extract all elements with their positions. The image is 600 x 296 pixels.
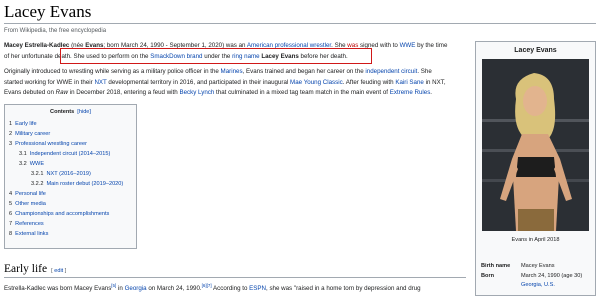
body-text: started working for WWE in their	[4, 78, 95, 86]
toc-item-number: 6	[9, 211, 13, 217]
link-marines[interactable]: Marines	[221, 68, 243, 75]
body-text: Evans debuted on	[4, 89, 56, 96]
link-nxt[interactable]: NXT	[94, 79, 106, 86]
infobox-label: Born	[481, 273, 495, 279]
body-text: , she was "raised in a home torn by depr…	[266, 285, 421, 293]
infobox: Lacey Evans Evans in April 2018 Birth na…	[475, 41, 596, 296]
citation-6-7[interactable]: [6][7]	[202, 283, 212, 288]
section-edit: [ edit ]	[51, 268, 66, 274]
toc-item-number: 3.2.1	[31, 171, 44, 177]
toc-item-number: 4	[9, 191, 13, 197]
title-divider	[4, 23, 596, 24]
infobox-photo[interactable]	[482, 59, 589, 231]
toc-item-label[interactable]: Independent circuit (2014–2015)	[30, 151, 111, 157]
toc-item[interactable]: 4 Personal life	[9, 191, 46, 197]
edit-link[interactable]: edit	[54, 268, 63, 274]
toc-item-number: 3.2	[19, 161, 27, 167]
toc-item[interactable]: 3.2.1 NXT (2016–2019)	[31, 171, 91, 177]
toc-item-label[interactable]: Personal life	[15, 191, 46, 197]
section-heading-early-life: Early life[ edit ]	[4, 263, 66, 275]
toc-item-number: 3.2.2	[31, 181, 44, 187]
toc-item-label[interactable]: Main roster debut (2019–2020)	[46, 181, 123, 187]
raw-italic: Raw	[55, 89, 68, 96]
toc-item-label[interactable]: Professional wrestling career	[15, 141, 87, 147]
body-text: in	[116, 285, 125, 293]
body-text: .	[430, 89, 433, 96]
link-espn[interactable]: ESPN	[249, 285, 266, 292]
section-divider	[4, 277, 466, 278]
highlight-box	[60, 48, 372, 64]
toc-item[interactable]: 3.2.2 Main roster debut (2019–2020)	[31, 181, 123, 187]
lead-text: by the time	[415, 42, 448, 49]
toc-item-number: 3	[9, 141, 13, 147]
infobox-value: March 24, 1990 (age 30)	[521, 273, 583, 279]
table-of-contents: Contents [hide] 1 Early life 2 Military car…	[4, 104, 137, 249]
body-text: According to	[211, 285, 250, 293]
toc-item-number: 1	[9, 121, 13, 127]
body-text: Originally introduced to wrestling while…	[4, 68, 221, 75]
body-text: . After feuding with	[342, 78, 396, 86]
toc-item-label[interactable]: Other media	[15, 201, 46, 207]
toc-item[interactable]: 3.1 Independent circuit (2014–2015)	[19, 151, 110, 157]
toc-item-number: 2	[9, 131, 13, 137]
body-text: Estrella-Kadlec was born Macey Evans	[4, 285, 112, 293]
edit-bracket: ]	[63, 268, 67, 274]
body-text: on March 24, 1990.	[146, 285, 202, 293]
link-wwe[interactable]: WWE	[400, 42, 416, 49]
toc-item[interactable]: 8 External links	[9, 231, 48, 237]
career-paragraph: Originally introduced to wrestling while…	[4, 67, 466, 99]
body-text: developmental territory in 2016, and par…	[106, 78, 291, 86]
toc-item-label[interactable]: Military career	[15, 131, 50, 137]
toc-item-label[interactable]: Early life	[15, 121, 36, 127]
body-text: in NXT,	[423, 78, 446, 86]
link-mae-young-classic[interactable]: Mae Young Classic	[290, 79, 343, 86]
toc-item-number: 8	[9, 231, 13, 237]
toc-title: Contents	[50, 109, 75, 115]
body-text: , Evans trained and began her career on …	[242, 68, 366, 75]
toc-item[interactable]: 6 Championships and accomplishments	[9, 211, 109, 217]
toc-item-label[interactable]: Championships and accomplishments	[15, 211, 109, 217]
body-text: that culminated in a mixed tag team matc…	[214, 89, 390, 96]
section-heading-text: Early life	[4, 263, 48, 275]
toc-item-number: 3.1	[19, 151, 27, 157]
page-tagline: From Wikipedia, the free encyclopedia	[4, 28, 107, 34]
link-kairi-sane[interactable]: Kairi Sane	[395, 79, 424, 86]
toc-item[interactable]: 3.2 WWE	[19, 161, 44, 167]
early-life-paragraph: Estrella-Kadlec was born Macey Evans[5] …	[4, 281, 466, 295]
page-title: Lacey Evans	[4, 2, 92, 21]
toc-item-label[interactable]: NXT (2016–2019)	[46, 171, 90, 177]
toc-hide-link[interactable]: [hide]	[77, 109, 91, 115]
toc-item[interactable]: 1 Early life	[9, 121, 37, 127]
link-georgia[interactable]: Georgia	[125, 285, 147, 292]
toc-item[interactable]: 2 Military career	[9, 131, 50, 137]
toc-header: Contents [hide]	[5, 109, 136, 115]
infobox-title: Lacey Evans	[514, 47, 557, 54]
toc-item-number: 7	[9, 221, 13, 227]
wrestler-photo-illustration	[482, 59, 589, 231]
link-georgia-us[interactable]: Georgia, U.S.	[521, 282, 555, 288]
toc-item-label[interactable]: WWE	[30, 161, 44, 167]
body-text: in December 2018, entering a feud with	[68, 89, 180, 96]
body-text: . She	[417, 68, 432, 75]
link-becky-lynch[interactable]: Becky Lynch	[179, 89, 214, 96]
toc-item-label[interactable]: References	[15, 221, 44, 227]
link-extreme-rules[interactable]: Extreme Rules	[390, 89, 431, 96]
infobox-value: Macey Evans	[521, 263, 555, 269]
toc-item-number: 5	[9, 201, 13, 207]
toc-item-label[interactable]: External links	[15, 231, 48, 237]
toc-item[interactable]: 3 Professional wrestling career	[9, 141, 87, 147]
toc-item[interactable]: 5 Other media	[9, 201, 46, 207]
link-independent-circuit[interactable]: independent circuit	[365, 68, 417, 75]
toc-item[interactable]: 7 References	[9, 221, 44, 227]
infobox-label: Birth name	[481, 263, 511, 269]
infobox-caption: Evans in April 2018	[511, 237, 560, 243]
